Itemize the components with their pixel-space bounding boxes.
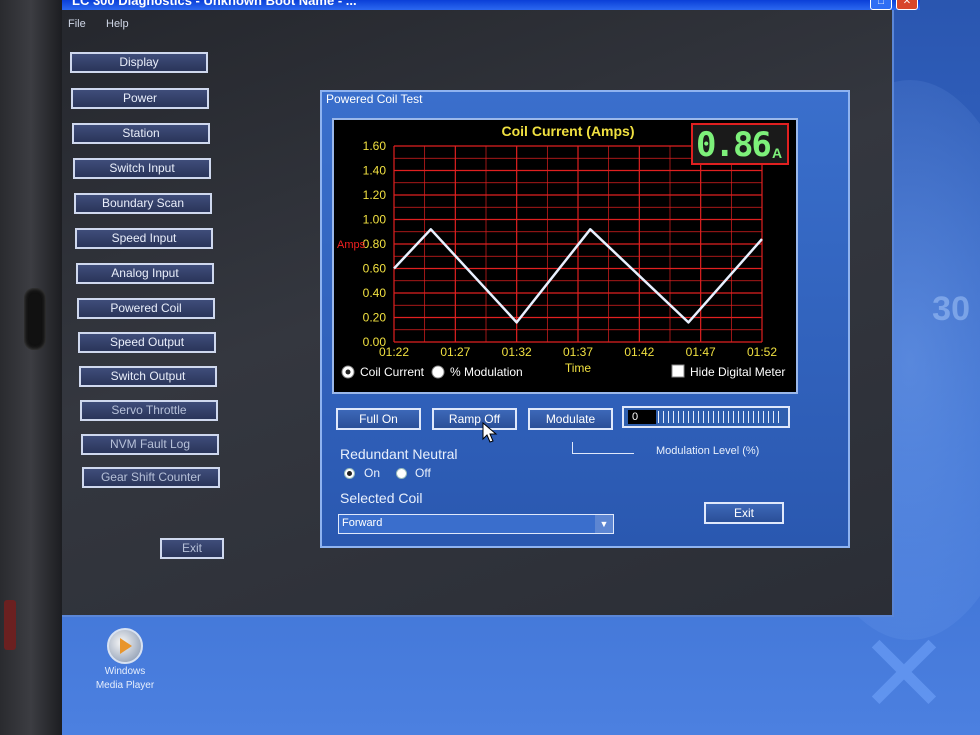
desktop-logo: ✕ bbox=[857, 610, 950, 735]
coil-current-radio-label: Coil Current bbox=[360, 365, 425, 379]
powered-coil-panel: Powered Coil Test 0.00 0.20 0.40 0.60 0.80 1.… bbox=[320, 90, 850, 548]
nav-power-button[interactable]: Power bbox=[71, 88, 209, 109]
mouse-pointer-icon bbox=[482, 422, 498, 443]
nav-station-button[interactable]: Station bbox=[72, 123, 210, 144]
modulation-slider[interactable]: 0 bbox=[622, 406, 790, 428]
x-tick-label: 01:32 bbox=[502, 345, 532, 359]
y-tick-label: 1.20 bbox=[363, 188, 387, 202]
neutral-on-label: On bbox=[364, 466, 381, 480]
ramp-off-button[interactable]: Ramp Off bbox=[432, 408, 517, 430]
media-player-icon[interactable] bbox=[107, 628, 143, 664]
modulation-radio[interactable] bbox=[431, 365, 445, 379]
coil-current-chart: 0.00 0.20 0.40 0.60 0.80 1.00 1.20 1.40 1.60 01:2… bbox=[332, 118, 798, 394]
menu-file[interactable]: File bbox=[68, 18, 86, 30]
panel-title: Powered Coil Test bbox=[326, 92, 423, 106]
x-tick-label: 01:47 bbox=[686, 345, 716, 359]
slider-ticks bbox=[658, 411, 782, 423]
media-player-label-2: Media Player bbox=[95, 680, 155, 691]
nav-switch-input-button[interactable]: Switch Input bbox=[73, 158, 211, 179]
modulate-button[interactable]: Modulate bbox=[528, 408, 613, 430]
selected-coil-value: Forward bbox=[342, 517, 383, 529]
digital-meter-value: 0.86 bbox=[696, 125, 770, 165]
nav-speed-output-button[interactable]: Speed Output bbox=[78, 332, 216, 353]
hide-meter-label: Hide Digital Meter bbox=[690, 365, 785, 379]
y-axis-label: Amps bbox=[337, 239, 366, 251]
modulation-label: Modulation Level (%) bbox=[656, 445, 760, 457]
nav-nvm-fault-log-button[interactable]: NVM Fault Log bbox=[81, 434, 219, 455]
y-tick-label: 0.40 bbox=[363, 286, 387, 300]
neutral-on-radio[interactable] bbox=[344, 468, 355, 479]
y-tick-label: 1.00 bbox=[363, 213, 387, 227]
x-tick-label: 01:42 bbox=[624, 345, 654, 359]
exit-main-button[interactable]: Exit bbox=[160, 538, 224, 559]
maximize-button[interactable]: □ bbox=[870, 0, 892, 10]
full-on-button[interactable]: Full On bbox=[336, 408, 421, 430]
menu-help[interactable]: Help bbox=[106, 18, 129, 30]
nav-switch-output-button[interactable]: Switch Output bbox=[79, 366, 217, 387]
coil-current-radio-dot bbox=[345, 369, 351, 375]
nav-analog-input-button[interactable]: Analog Input bbox=[76, 263, 214, 284]
digital-meter-unit: A bbox=[772, 145, 782, 161]
hide-meter-checkbox[interactable] bbox=[671, 364, 685, 378]
y-tick-label: 1.40 bbox=[363, 164, 387, 178]
desktop-watermark: 30 bbox=[932, 290, 970, 328]
nav-gear-shift-counter-button[interactable]: Gear Shift Counter bbox=[82, 467, 220, 488]
nav-powered-coil-button[interactable]: Powered Coil bbox=[77, 298, 215, 319]
close-button[interactable]: ✕ bbox=[896, 0, 918, 10]
y-tick-label: 0.20 bbox=[363, 311, 387, 325]
modulation-radio-label: % Modulation bbox=[450, 365, 523, 379]
nav-servo-throttle-button[interactable]: Servo Throttle bbox=[80, 400, 218, 421]
nav-speed-input-button[interactable]: Speed Input bbox=[75, 228, 213, 249]
neutral-off-label: Off bbox=[415, 466, 431, 480]
x-axis-label: Time bbox=[565, 361, 592, 375]
x-tick-label: 01:52 bbox=[747, 345, 777, 359]
window-title: LC 300 Diagnostics - Unknown Boot Name -… bbox=[72, 0, 357, 8]
bezel-mark bbox=[4, 600, 16, 650]
x-tick-label: 01:27 bbox=[440, 345, 470, 359]
nav-display-button[interactable]: Display bbox=[70, 52, 208, 73]
chevron-down-icon[interactable]: ▼ bbox=[595, 515, 613, 533]
neutral-off-radio[interactable] bbox=[396, 468, 407, 479]
monitor-bezel bbox=[0, 0, 62, 735]
selected-coil-label: Selected Coil bbox=[340, 490, 423, 506]
x-tick-label: 01:22 bbox=[379, 345, 409, 359]
panel-exit-button[interactable]: Exit bbox=[704, 502, 784, 524]
window-titlebar[interactable]: LC 300 Diagnostics - Unknown Boot Name -… bbox=[62, 0, 920, 10]
selected-coil-dropdown[interactable]: Forward ▼ bbox=[338, 514, 614, 534]
y-tick-label: 0.80 bbox=[363, 237, 387, 251]
modulation-bracket bbox=[572, 442, 634, 454]
media-player-label-1: Windows bbox=[104, 666, 146, 677]
x-tick-label: 01:37 bbox=[563, 345, 593, 359]
app-window: File Help Display Power Station Switch I… bbox=[62, 10, 894, 617]
chart-title: Coil Current (Amps) bbox=[502, 123, 635, 139]
bezel-knob bbox=[24, 288, 46, 350]
y-tick-label: 0.60 bbox=[363, 262, 387, 276]
redundant-neutral-label: Redundant Neutral bbox=[340, 446, 458, 462]
media-player-shortcut[interactable]: Windows Media Player bbox=[90, 628, 160, 692]
y-tick-label: 1.60 bbox=[363, 139, 387, 153]
nav-boundary-scan-button[interactable]: Boundary Scan bbox=[74, 193, 212, 214]
modulation-value: 0 bbox=[628, 410, 656, 424]
chart-svg: 0.000.200.400.600.801.001.201.401.6001:2… bbox=[337, 123, 789, 379]
